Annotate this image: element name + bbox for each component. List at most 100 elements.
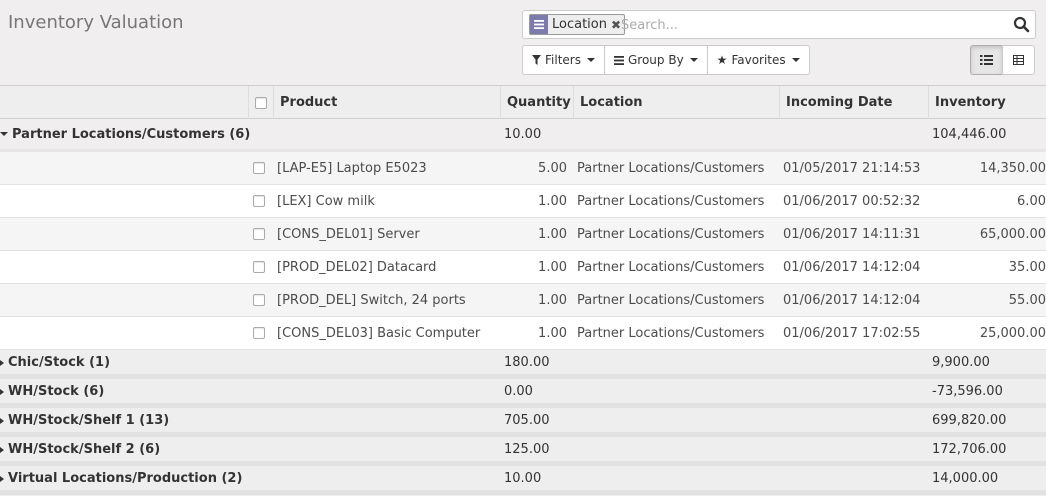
row-checkbox[interactable]	[253, 327, 265, 339]
date-cell: 01/06/2017 00:52:32	[783, 193, 921, 209]
group-row-expanded[interactable]: Partner Locations/Customers (6) 10.00 10…	[0, 119, 1046, 149]
value-cell: 6.00	[1017, 193, 1046, 209]
table-row[interactable]: [CONS_DEL03] Basic Computer 1.00 Partner L…	[0, 317, 1046, 350]
group-row[interactable]: Chic/Stock (1) 180.00 9,900.00	[0, 350, 1046, 379]
group-by-icon	[530, 15, 548, 34]
row-checkbox[interactable]	[253, 228, 265, 240]
group-quantity: 10.00	[504, 126, 542, 142]
row-checkbox-cell	[253, 317, 265, 349]
location-cell: Partner Locations/Customers	[577, 292, 765, 308]
group-row[interactable]: WH/Stock/Shelf 2 (6) 125.00 172,706.00	[0, 437, 1046, 466]
column-incoming-date[interactable]: Incoming Date	[779, 86, 928, 119]
table-row[interactable]: [LEX] Cow milk 1.00 Partner Locations/Cust…	[0, 185, 1046, 218]
row-checkbox[interactable]	[253, 162, 265, 174]
group-row[interactable]: Virtual Locations/Production (2) 10.00 14,…	[0, 466, 1046, 495]
select-all-checkbox-cell	[248, 86, 273, 119]
star-icon: ★	[716, 53, 728, 67]
row-checkbox[interactable]	[253, 261, 265, 273]
group-value: 104,446.00	[932, 126, 1007, 142]
value-cell: 25,000.00	[979, 325, 1046, 341]
column-inventory-value[interactable]: Inventory Value	[928, 86, 1046, 143]
filters-label: Filters	[545, 53, 581, 67]
group-label-cell: Chic/Stock (1)	[0, 350, 110, 375]
view-switcher	[970, 45, 1035, 75]
group-label-cell: WH/Stock/Shelf 2 (6)	[0, 437, 160, 462]
caret-right-icon	[0, 359, 4, 366]
select-all-checkbox[interactable]	[255, 96, 267, 109]
quantity-cell: 1.00	[538, 226, 567, 242]
location-cell: Partner Locations/Customers	[577, 193, 765, 209]
quantity-cell: 1.00	[538, 325, 567, 341]
group-value: 14,000.00	[932, 471, 999, 486]
bars-icon	[613, 55, 624, 65]
group-label: Partner Locations/Customers (6)	[12, 126, 251, 142]
group-label: Virtual Locations/Production (2)	[8, 471, 243, 486]
product-cell: [CONS_DEL01] Server	[277, 226, 420, 242]
group-row[interactable]: WH/Stock/Shelf 1 (13) 705.00 699,820.00	[0, 408, 1046, 437]
product-cell: [PROD_DEL02] Datacard	[277, 259, 437, 275]
group-by-button[interactable]: Group By	[603, 45, 708, 75]
group-row[interactable]: WH/Stock (6) 0.00 -73,596.00	[0, 379, 1046, 408]
group-value: 699,820.00	[932, 413, 1007, 428]
date-cell: 01/06/2017 17:02:55	[783, 325, 921, 341]
caret-right-icon	[0, 417, 4, 424]
group-by-label: Group By	[627, 53, 684, 67]
group-value: -73,596.00	[932, 384, 1003, 399]
location-cell: Partner Locations/Customers	[577, 226, 765, 242]
column-location[interactable]: Location	[573, 86, 779, 119]
table-row[interactable]: [PROD_DEL] Switch, 24 ports 1.00 Partner L…	[0, 284, 1046, 317]
value-cell: 55.00	[1008, 292, 1046, 308]
group-label-cell: Partner Locations/Customers (6)	[0, 119, 250, 149]
search-facet-location: Location ✖	[529, 14, 626, 35]
page-title: Inventory Valuation	[8, 12, 184, 33]
group-label: WH/Stock/Shelf 1 (13)	[8, 413, 170, 428]
value-cell: 14,350.00	[979, 160, 1046, 176]
row-checkbox[interactable]	[253, 195, 265, 207]
group-label-cell: WH/Stock/Shelf 1 (13)	[0, 408, 169, 433]
group-label: WH/Stock (6)	[8, 384, 105, 399]
date-cell: 01/05/2017 21:14:53	[783, 160, 921, 176]
search-input[interactable]	[621, 15, 1001, 35]
date-cell: 01/06/2017 14:12:04	[783, 259, 921, 275]
table-row[interactable]: [PROD_DEL02] Datacard 1.00 Partner Locatio…	[0, 251, 1046, 284]
quantity-cell: 1.00	[538, 259, 567, 275]
caret-down-icon	[0, 132, 8, 136]
group-value: 172,706.00	[932, 442, 1007, 457]
row-checkbox-cell	[253, 185, 265, 217]
caret-right-icon	[0, 475, 4, 482]
value-cell: 65,000.00	[979, 226, 1046, 242]
filters-button[interactable]: Filters	[522, 45, 605, 75]
date-cell: 01/06/2017 14:12:04	[783, 292, 921, 308]
caret-down-icon	[791, 58, 800, 62]
product-cell: [CONS_DEL03] Basic Computer	[277, 325, 481, 341]
table-row[interactable]: [LAP-E5] Laptop E5023 5.00 Partner Locatio…	[0, 152, 1046, 185]
location-cell: Partner Locations/Customers	[577, 325, 765, 341]
product-cell: [PROD_DEL] Switch, 24 ports	[277, 292, 466, 308]
facet-label: Location	[552, 17, 607, 32]
table-row[interactable]: [CONS_DEL01] Server 1.00 Partner Locations…	[0, 218, 1046, 251]
group-quantity: 125.00	[504, 442, 550, 457]
row-checkbox[interactable]	[253, 294, 265, 306]
group-quantity: 180.00	[504, 355, 550, 370]
search-bar: Location ✖	[522, 10, 1036, 39]
row-checkbox-cell	[253, 284, 265, 316]
product-cell: [LAP-E5] Laptop E5023	[277, 160, 427, 176]
column-quantity[interactable]: Quantity	[500, 86, 573, 119]
quantity-cell: 1.00	[538, 292, 567, 308]
list-view-button[interactable]	[970, 45, 1003, 75]
location-cell: Partner Locations/Customers	[577, 259, 765, 275]
group-quantity: 10.00	[504, 471, 542, 486]
filter-icon	[532, 55, 541, 65]
row-checkbox-cell	[253, 218, 265, 250]
group-label-cell: WH/Stock (6)	[0, 379, 104, 404]
row-checkbox-cell	[253, 152, 265, 184]
table-header: Product Quantity Location Incoming Date …	[0, 85, 1046, 143]
inventory-table: Product Quantity Location Incoming Date …	[0, 85, 1046, 495]
search-icon[interactable]	[1013, 16, 1030, 33]
favorites-button[interactable]: ★ Favorites	[706, 45, 810, 75]
pivot-view-button[interactable]	[1002, 45, 1035, 75]
search-options: Filters Group By ★ Favorites	[522, 45, 810, 75]
quantity-cell: 5.00	[538, 160, 567, 176]
date-cell: 01/06/2017 14:11:31	[783, 226, 921, 242]
column-product[interactable]: Product	[273, 86, 500, 119]
